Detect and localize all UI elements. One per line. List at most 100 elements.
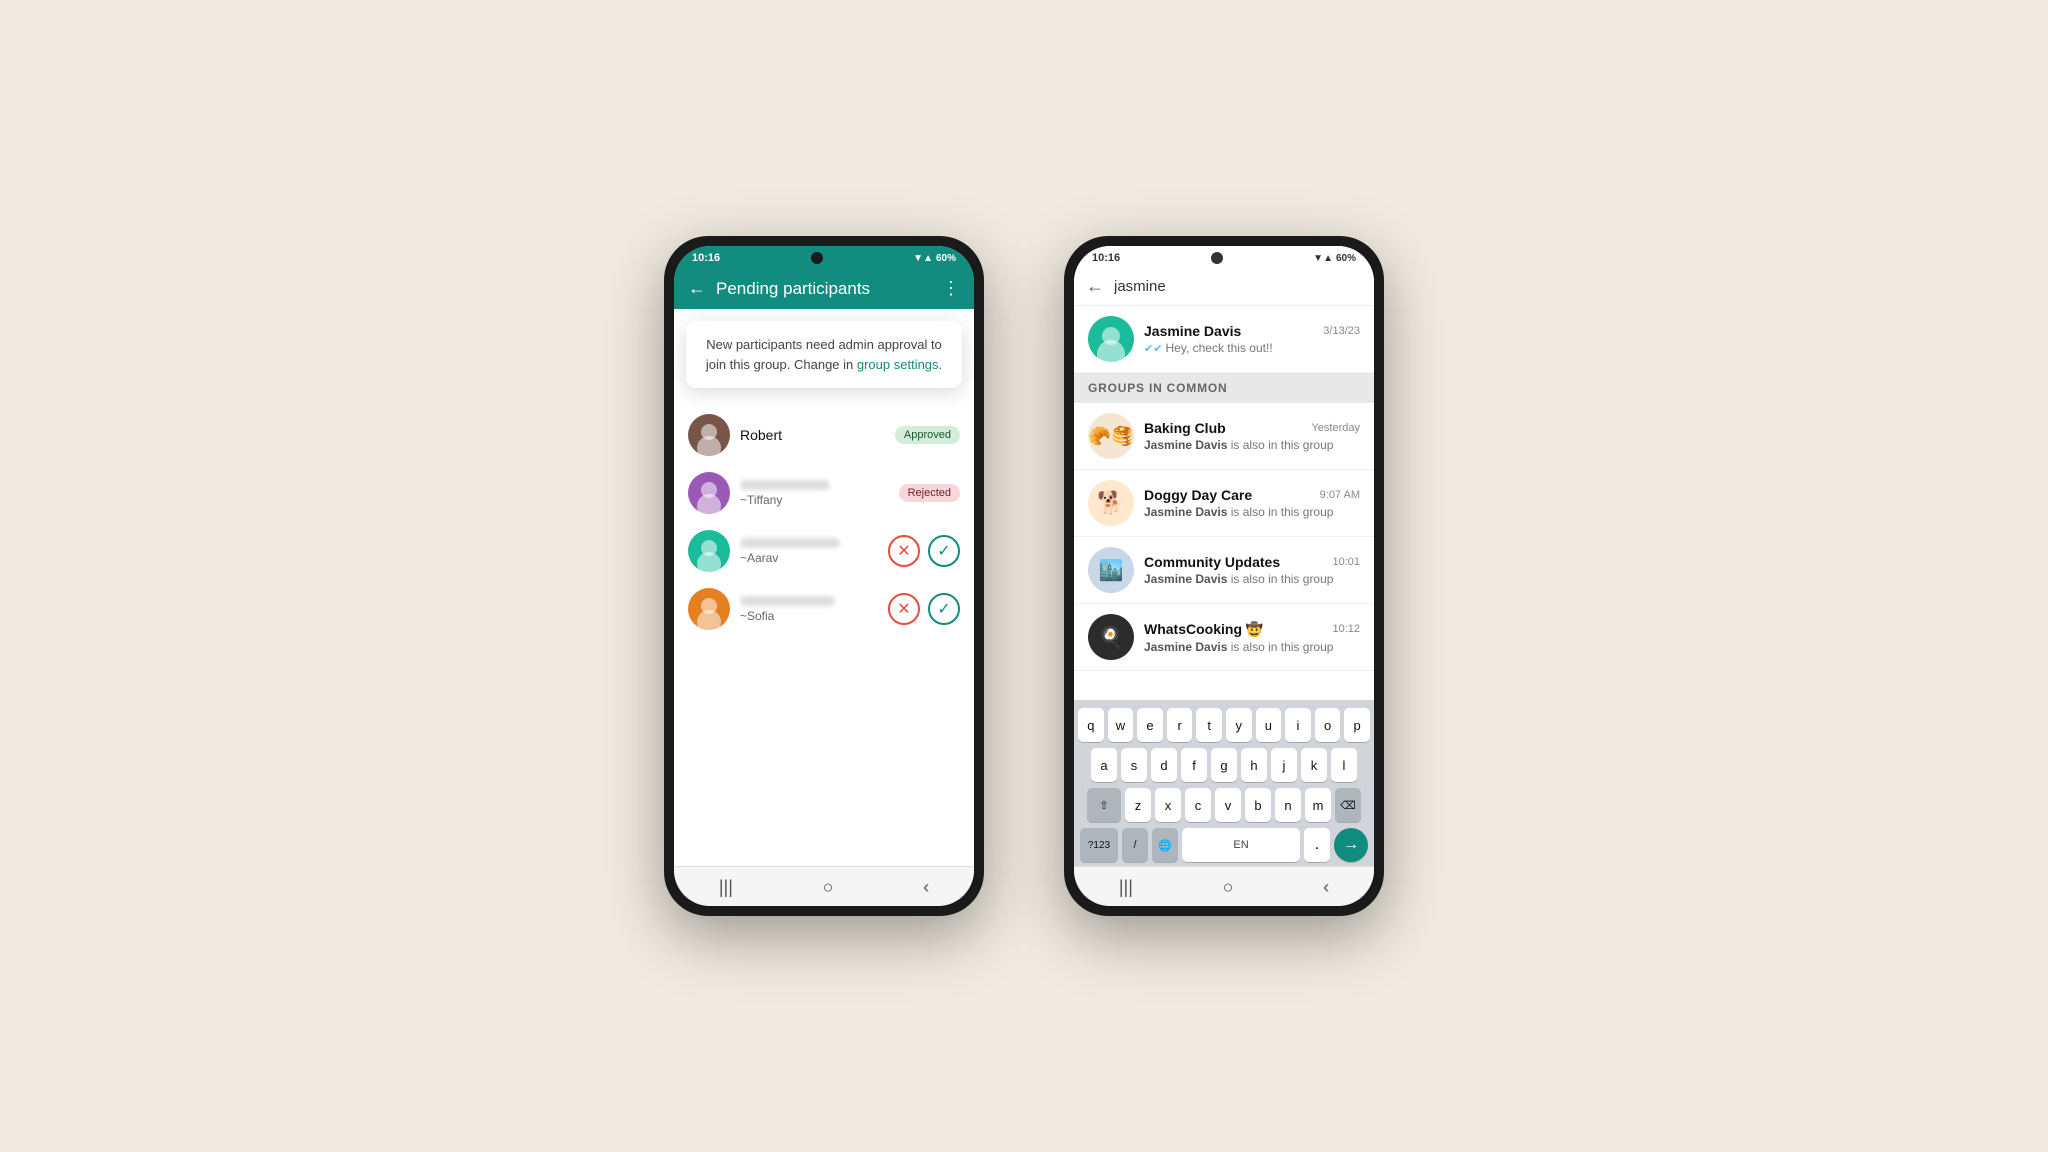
key-s[interactable]: s bbox=[1121, 748, 1147, 782]
list-item[interactable]: 🍳 WhatsCooking 🤠 10:12 Jasmine Davis is … bbox=[1074, 604, 1374, 671]
list-item[interactable]: 🐕 Doggy Day Care 9:07 AM Jasmine Davis i… bbox=[1074, 470, 1374, 537]
page-title-1: Pending participants bbox=[716, 279, 932, 299]
chat-info-doggy: Doggy Day Care 9:07 AM Jasmine Davis is … bbox=[1144, 487, 1360, 519]
back-button-1[interactable]: ← bbox=[688, 278, 706, 299]
key-c[interactable]: c bbox=[1185, 788, 1211, 822]
table-row: ~Tiffany Rejected bbox=[674, 464, 974, 522]
status-icons-2: ▼▲ 60% bbox=[1313, 253, 1356, 264]
phone-1-header: ← Pending participants ⋮ bbox=[674, 268, 974, 309]
preview-rest: is also in this group bbox=[1231, 505, 1334, 519]
list-item[interactable]: 🥐🥞 Baking Club Yesterday Jasmine Davis i… bbox=[1074, 403, 1374, 470]
approve-button[interactable]: ✓ bbox=[928, 593, 960, 625]
key-m[interactable]: m bbox=[1305, 788, 1331, 822]
key-b[interactable]: b bbox=[1245, 788, 1271, 822]
chat-item-jasmine[interactable]: Jasmine Davis 3/13/23 ✔✔ Hey, check this… bbox=[1074, 306, 1374, 373]
participant-name-row: ~Aarav ✕ ✓ bbox=[740, 535, 960, 567]
chat-preview-text: Hey, check this out!! bbox=[1166, 341, 1273, 355]
key-o[interactable]: o bbox=[1315, 708, 1341, 742]
avatar-doggy-care: 🐕 bbox=[1088, 480, 1134, 526]
rejected-badge: Rejected bbox=[899, 484, 960, 502]
key-h[interactable]: h bbox=[1241, 748, 1267, 782]
backspace-key[interactable]: ⌫ bbox=[1335, 788, 1361, 822]
key-r[interactable]: r bbox=[1167, 708, 1193, 742]
back-nav-icon[interactable]: ‹ bbox=[923, 877, 929, 898]
key-y[interactable]: y bbox=[1226, 708, 1252, 742]
key-v[interactable]: v bbox=[1215, 788, 1241, 822]
slash-key[interactable]: / bbox=[1122, 828, 1148, 862]
key-p[interactable]: p bbox=[1344, 708, 1370, 742]
shift-key[interactable]: ⇧ bbox=[1087, 788, 1121, 822]
groups-in-common-label: GROUPS IN COMMON bbox=[1074, 373, 1374, 403]
key-a[interactable]: a bbox=[1091, 748, 1117, 782]
key-f[interactable]: f bbox=[1181, 748, 1207, 782]
chat-time: 3/13/23 bbox=[1323, 325, 1360, 337]
numbers-key[interactable]: ?123 bbox=[1080, 828, 1118, 862]
period-key[interactable]: . bbox=[1304, 828, 1330, 862]
chat-info-cooking: WhatsCooking 🤠 10:12 Jasmine Davis is al… bbox=[1144, 621, 1360, 654]
phone-1: 10:16 ▼▲ 60% ← Pending participants ⋮ Ne… bbox=[664, 236, 984, 916]
key-e[interactable]: e bbox=[1137, 708, 1163, 742]
tooltip-suffix: . bbox=[939, 357, 943, 372]
key-i[interactable]: i bbox=[1285, 708, 1311, 742]
keyboard-row-1: q w e r t y u i o p bbox=[1078, 708, 1370, 742]
search-input[interactable] bbox=[1114, 278, 1362, 295]
key-t[interactable]: t bbox=[1196, 708, 1222, 742]
camera-notch-1 bbox=[811, 252, 823, 264]
status-icons-1: ▼▲ 60% bbox=[913, 253, 956, 264]
key-x[interactable]: x bbox=[1155, 788, 1181, 822]
preview-bold: Jasmine Davis bbox=[1144, 505, 1227, 519]
reject-button[interactable]: ✕ bbox=[888, 535, 920, 567]
send-key[interactable]: → bbox=[1334, 828, 1368, 862]
home-icon-2[interactable]: ○ bbox=[1223, 877, 1234, 898]
key-d[interactable]: d bbox=[1151, 748, 1177, 782]
blurred-name-bar bbox=[740, 538, 840, 548]
back-nav-icon-2[interactable]: ‹ bbox=[1323, 877, 1329, 898]
avatar bbox=[688, 530, 730, 572]
group-settings-link[interactable]: group settings bbox=[857, 357, 939, 372]
table-row: ~Sofia ✕ ✓ bbox=[674, 580, 974, 638]
preview-rest: is also in this group bbox=[1231, 438, 1334, 452]
back-button-2[interactable]: ← bbox=[1086, 276, 1104, 297]
status-time-1: 10:16 bbox=[692, 252, 720, 264]
group-time: 9:07 AM bbox=[1320, 489, 1360, 501]
avatar bbox=[688, 472, 730, 514]
participant-name-row: Robert Approved bbox=[740, 426, 960, 444]
bottom-nav-1: ||| ○ ‹ bbox=[674, 866, 974, 906]
recent-apps-icon-2[interactable]: ||| bbox=[1119, 877, 1133, 898]
key-u[interactable]: u bbox=[1256, 708, 1282, 742]
blurred-name-bar bbox=[740, 480, 830, 490]
more-options-icon-1[interactable]: ⋮ bbox=[942, 278, 960, 299]
table-row: ~Aarav ✕ ✓ bbox=[674, 522, 974, 580]
participant-list: Robert Approved ~Tiffany Rejected bbox=[674, 400, 974, 866]
participant-alias: ~Aarav bbox=[740, 551, 888, 565]
preview-bold: Jasmine Davis bbox=[1144, 640, 1227, 654]
approve-button[interactable]: ✓ bbox=[928, 535, 960, 567]
key-k[interactable]: k bbox=[1301, 748, 1327, 782]
globe-key[interactable]: 🌐 bbox=[1152, 828, 1178, 862]
group-name: Baking Club bbox=[1144, 420, 1226, 436]
key-j[interactable]: j bbox=[1271, 748, 1297, 782]
bottom-nav-2: ||| ○ ‹ bbox=[1074, 866, 1374, 906]
action-buttons: ✕ ✓ bbox=[888, 535, 960, 567]
signal-icon-2: ▼▲ bbox=[1313, 253, 1333, 264]
home-icon[interactable]: ○ bbox=[823, 877, 834, 898]
status-bar-1: 10:16 ▼▲ 60% bbox=[674, 246, 974, 268]
key-z[interactable]: z bbox=[1125, 788, 1151, 822]
avatar-jasmine bbox=[1088, 316, 1134, 362]
preview-bold: Jasmine Davis bbox=[1144, 572, 1227, 586]
recent-apps-icon[interactable]: ||| bbox=[719, 877, 733, 898]
reject-button[interactable]: ✕ bbox=[888, 593, 920, 625]
camera-notch-2 bbox=[1211, 252, 1223, 264]
avatar-baking-club: 🥐🥞 bbox=[1088, 413, 1134, 459]
group-name: Doggy Day Care bbox=[1144, 487, 1252, 503]
phone-2: 10:16 ▼▲ 60% ← Jasmine Davis 3/13/23 bbox=[1064, 236, 1384, 916]
spacebar-key[interactable]: EN bbox=[1182, 828, 1300, 862]
list-item[interactable]: 🏙️ Community Updates 10:01 Jasmine Davis… bbox=[1074, 537, 1374, 604]
chat-name-row: Doggy Day Care 9:07 AM bbox=[1144, 487, 1360, 503]
key-q[interactable]: q bbox=[1078, 708, 1104, 742]
key-g[interactable]: g bbox=[1211, 748, 1237, 782]
key-l[interactable]: l bbox=[1331, 748, 1357, 782]
participant-name-row: ~Sofia ✕ ✓ bbox=[740, 593, 960, 625]
key-w[interactable]: w bbox=[1108, 708, 1134, 742]
key-n[interactable]: n bbox=[1275, 788, 1301, 822]
